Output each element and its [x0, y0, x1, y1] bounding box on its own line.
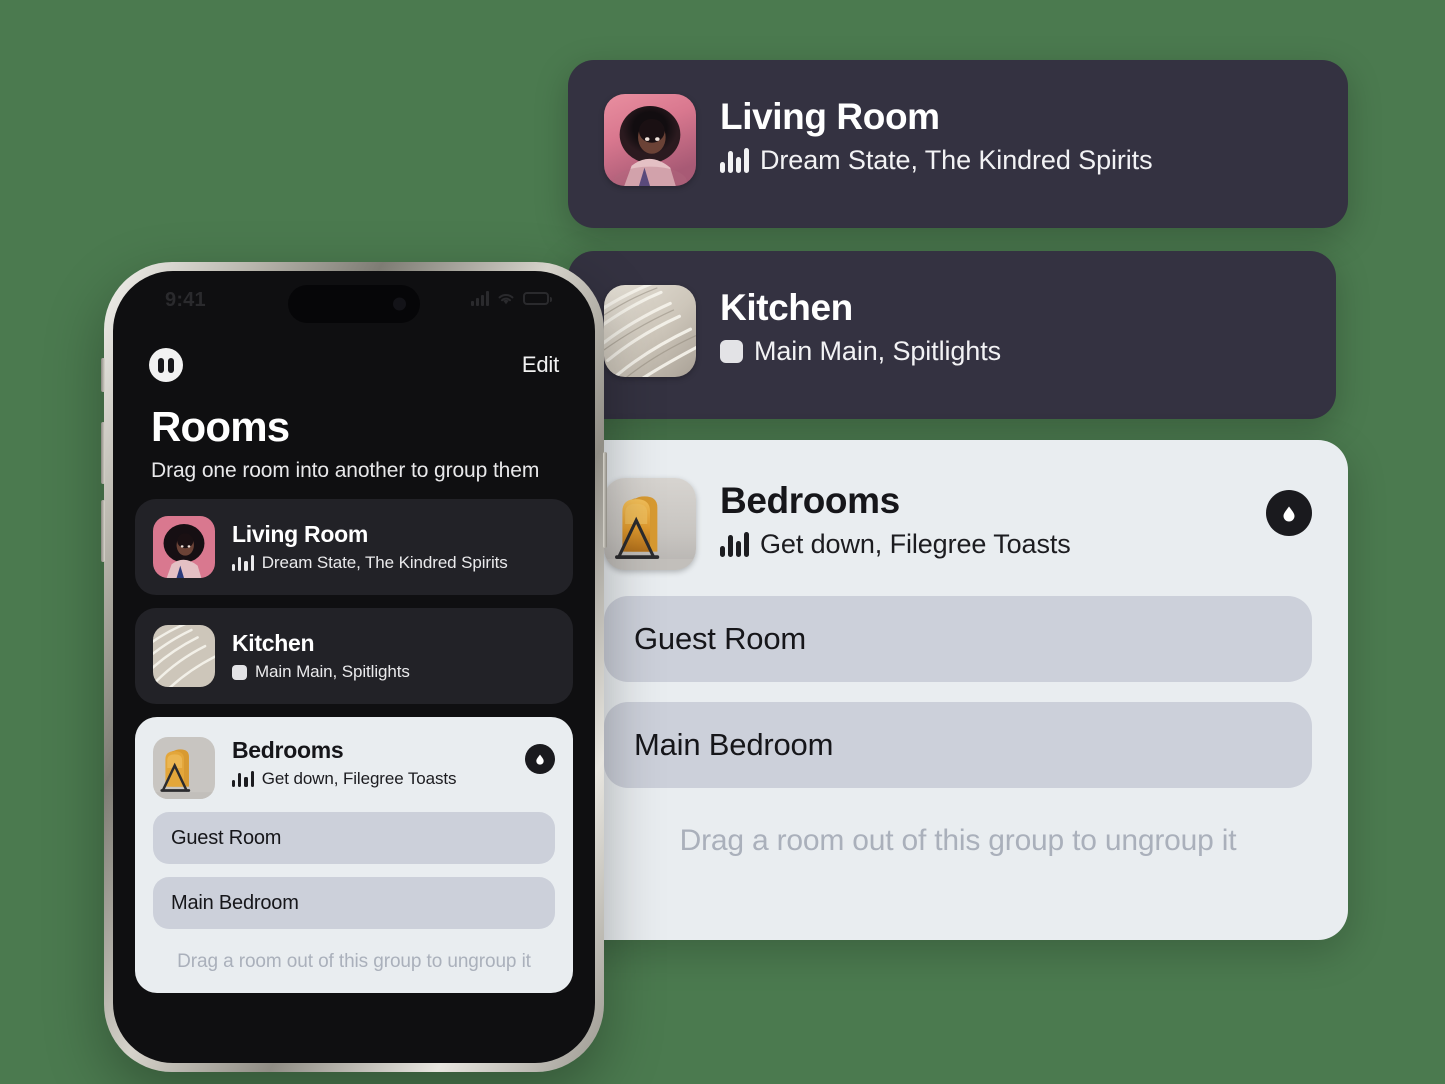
list-item-text: Kitchen Main Main, Spitlights — [232, 630, 410, 682]
room-card-text-kitchen: Kitchen Main Main, Spitlights — [720, 285, 1001, 367]
status-bar: 9:41 — [113, 271, 595, 331]
group-hint-text: Drag a room out of this group to ungroup… — [177, 951, 531, 972]
status-bar-indicators — [471, 291, 552, 306]
group-room-item[interactable]: Guest Room — [604, 596, 1312, 682]
wifi-icon — [498, 293, 514, 305]
group-status-row: Get down, Filegree Toasts — [720, 529, 1071, 560]
battery-icon — [523, 292, 552, 305]
room-status-text: Main Main, Spitlights — [255, 662, 410, 681]
stop-square-icon — [232, 664, 247, 680]
album-artwork-living-room — [153, 516, 215, 578]
volume-up-button[interactable] — [101, 422, 105, 484]
speaker-group-icon[interactable] — [525, 744, 555, 774]
list-item-living-room[interactable]: Living Room Dream State, The Kindred Spi… — [135, 499, 573, 595]
group-room-item[interactable]: Main Bedroom — [604, 702, 1312, 788]
power-button[interactable] — [603, 452, 607, 548]
group-room-item[interactable]: Guest Room — [153, 812, 555, 864]
group-title: Bedrooms — [232, 737, 344, 763]
album-artwork-kitchen — [153, 625, 215, 687]
room-card-text-living-room: Living Room Dream State, The Kindred Spi… — [720, 94, 1153, 176]
room-status-row: Dream State, The Kindred Spirits — [720, 145, 1153, 176]
list-item-text: Living Room Dream State, The Kindred Spi… — [232, 521, 508, 573]
room-title: Living Room — [720, 96, 940, 137]
front-camera-icon — [393, 297, 406, 311]
album-artwork-kitchen — [604, 285, 696, 377]
volume-down-button[interactable] — [101, 500, 105, 562]
phone-nav-bar: Edit — [113, 331, 595, 389]
album-artwork-bedrooms — [604, 478, 696, 570]
room-status-text: Dream State, The Kindred Spirits — [261, 553, 508, 572]
page-subtitle: Drag one room into another to group them — [151, 459, 540, 482]
room-title: Kitchen — [720, 287, 853, 328]
signal-bars-icon — [471, 291, 489, 306]
group-status-text: Get down, Filegree Toasts — [760, 529, 1071, 560]
group-room-item[interactable]: Main Bedroom — [153, 877, 555, 929]
room-card-kitchen[interactable]: Kitchen Main Main, Spitlights — [568, 251, 1336, 419]
equalizer-icon — [232, 771, 254, 787]
edit-button[interactable]: Edit — [522, 352, 559, 378]
group-header: Bedrooms Get down, Filegree Toasts — [153, 737, 555, 799]
silent-switch[interactable] — [101, 358, 105, 392]
room-status-text: Dream State, The Kindred Spirits — [760, 145, 1153, 176]
room-group-card-bedrooms[interactable]: Bedrooms Get down, Filegree Toasts Guest… — [135, 717, 573, 993]
equalizer-icon — [720, 532, 749, 558]
app-logo-icon[interactable] — [149, 348, 183, 382]
equalizer-icon — [720, 148, 749, 174]
group-room-list: Guest Room Main Bedroom — [604, 596, 1312, 788]
dynamic-island — [288, 285, 420, 323]
stop-square-icon — [720, 340, 743, 364]
group-card-text: Bedrooms Get down, Filegree Toasts — [232, 737, 457, 789]
group-header: Bedrooms Get down, Filegree Toasts — [604, 478, 1312, 570]
list-item-kitchen[interactable]: Kitchen Main Main, Spitlights — [135, 608, 573, 704]
room-list: Living Room Dream State, The Kindred Spi… — [113, 483, 595, 993]
room-status-row: Main Main, Spitlights — [232, 662, 410, 682]
group-card-text: Bedrooms Get down, Filegree Toasts — [720, 478, 1071, 560]
room-title: Living Room — [232, 521, 368, 547]
room-status-row: Main Main, Spitlights — [720, 336, 1001, 367]
album-artwork-bedrooms — [153, 737, 215, 799]
room-status-row: Dream State, The Kindred Spirits — [232, 553, 508, 573]
group-title: Bedrooms — [720, 480, 900, 521]
speaker-group-icon[interactable] — [1266, 490, 1312, 536]
group-room-list: Guest Room Main Bedroom — [153, 812, 555, 929]
phone-screen: 9:41 Edit Rooms Drag one room into anoth… — [113, 271, 595, 1063]
status-bar-time: 9:41 — [165, 289, 206, 311]
phone-mockup: 9:41 Edit Rooms Drag one room into anoth… — [101, 262, 607, 1072]
group-hint-text: Drag a room out of this group to ungroup… — [679, 824, 1237, 857]
group-status-row: Get down, Filegree Toasts — [232, 769, 457, 789]
equalizer-icon — [232, 555, 254, 571]
room-title: Kitchen — [232, 630, 315, 656]
room-card-living-room[interactable]: Living Room Dream State, The Kindred Spi… — [568, 60, 1348, 228]
room-group-card-bedrooms[interactable]: Bedrooms Get down, Filegree Toasts Guest… — [568, 440, 1348, 940]
page-title: Rooms — [151, 403, 290, 450]
room-status-text: Main Main, Spitlights — [754, 336, 1002, 367]
album-artwork-living-room — [604, 94, 696, 186]
group-status-text: Get down, Filegree Toasts — [261, 769, 457, 788]
